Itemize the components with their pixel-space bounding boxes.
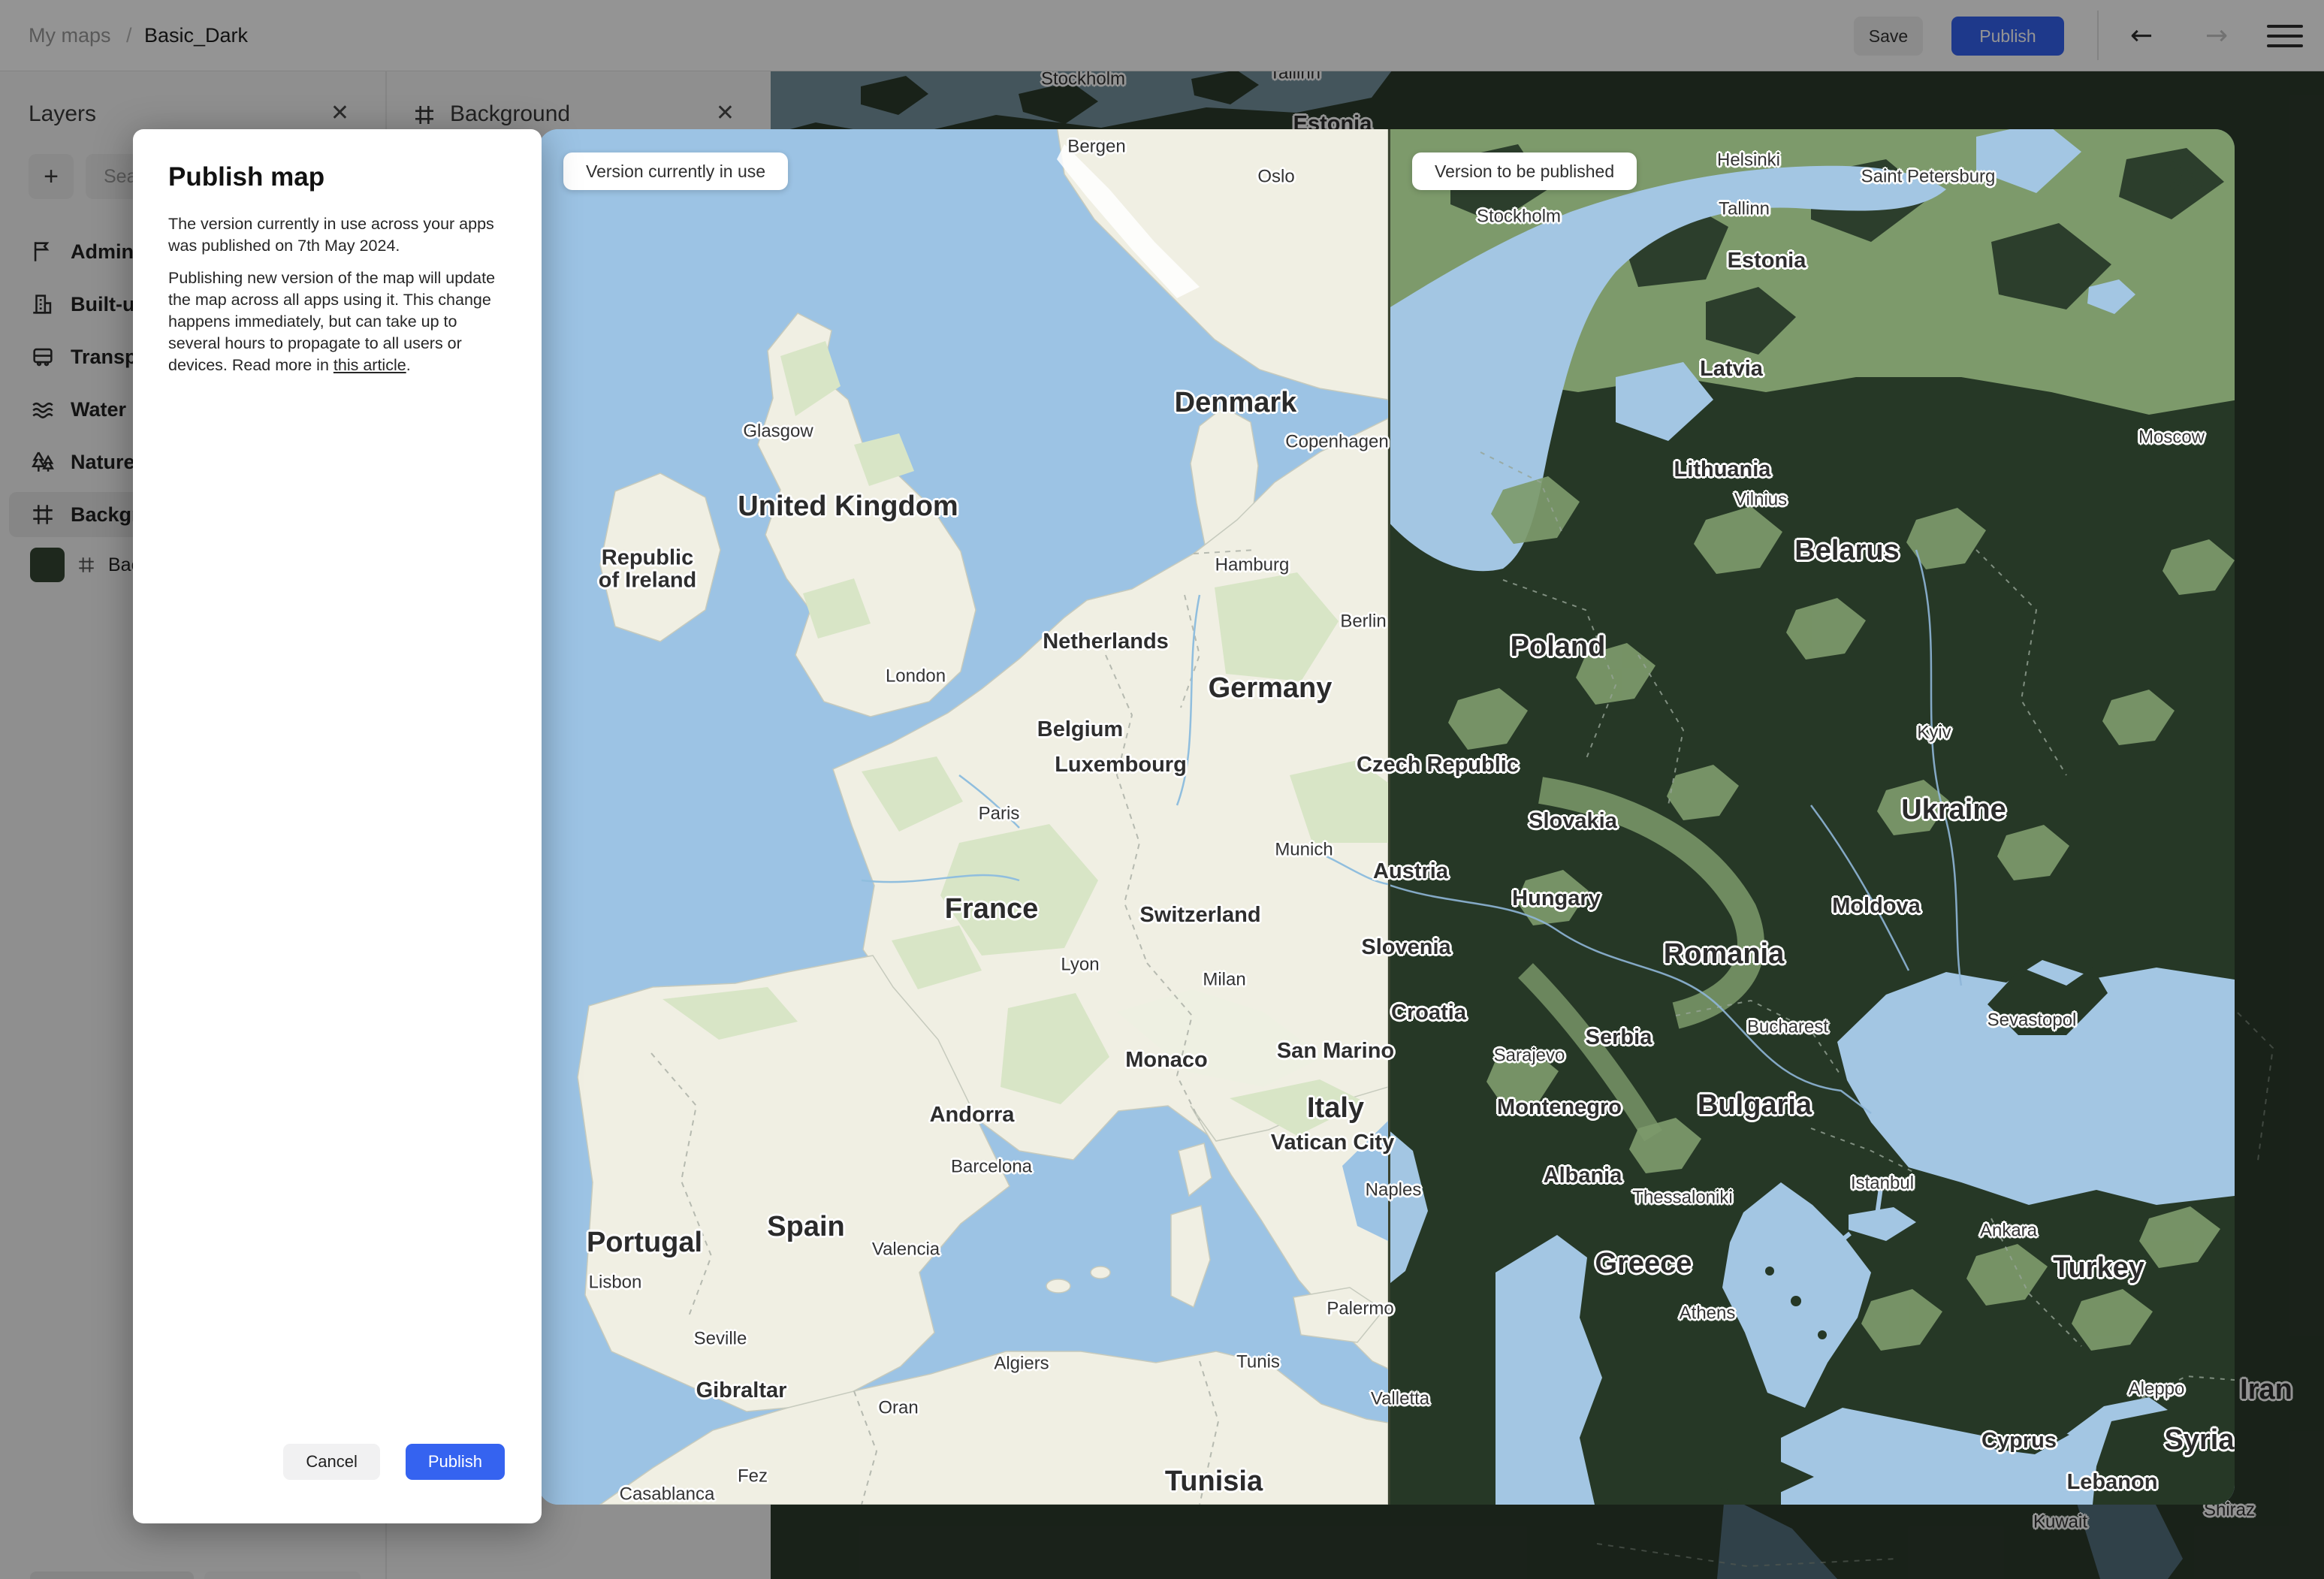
version-comparison-view: Bergen Oslo Glasgow United Kingdom Republic … [539,129,2235,1505]
dialog-paragraph-1: The version currently in use across your… [168,215,494,255]
this-article-link[interactable]: this article [334,356,406,374]
current-version-chip: Version currently in use [563,152,789,190]
app-window: My maps / Basic_Dark Save Publish ← → La… [0,0,2324,1579]
dialog-publish-button[interactable]: Publish [405,1444,505,1480]
dialog-paragraph-2: Publishing new version of the map will u… [168,269,496,374]
publish-map-dialog: Publish map The version currently in use… [133,129,542,1523]
new-version-chip: Version to be published [1412,152,1637,190]
dialog-title: Publish map [168,162,325,192]
map-version-current[interactable] [539,129,1388,1505]
map-version-new[interactable] [1390,129,2235,1505]
comparison-divider[interactable] [1388,129,1390,1505]
cancel-button[interactable]: Cancel [283,1444,380,1480]
